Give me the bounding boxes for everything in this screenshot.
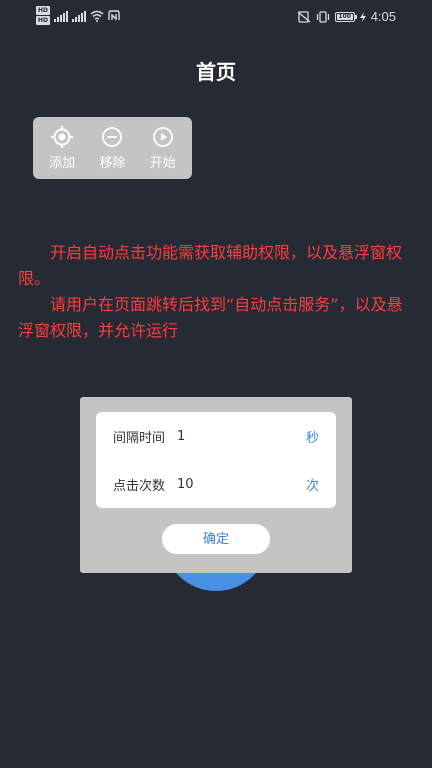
wifi-icon [90, 10, 104, 22]
page-title: 首页 [196, 60, 236, 84]
click-count-unit: 次 [305, 478, 319, 494]
settings-dialog: 间隔时间 秒 点击次数 次 确定 [80, 397, 352, 573]
start-label: 开始 [149, 156, 176, 171]
battery-level: 100 [338, 12, 351, 20]
settings-card: 间隔时间 秒 点击次数 次 [96, 412, 336, 508]
interval-label: 间隔时间 [113, 430, 166, 446]
hd-badges: HD HD [36, 6, 50, 25]
click-count-row: 点击次数 次 [96, 460, 336, 508]
remove-button[interactable]: 移除 [88, 125, 136, 171]
click-count-input[interactable] [177, 476, 287, 492]
crosshair-icon [51, 126, 74, 148]
hd-badge-bottom: HD [36, 16, 50, 25]
vibrate-icon [316, 10, 329, 23]
interval-row: 间隔时间 秒 [96, 412, 336, 460]
minus-circle-icon [102, 127, 123, 147]
hd-badge-top: HD [36, 6, 50, 15]
add-button[interactable]: 添加 [38, 125, 86, 171]
remove-label: 移除 [99, 156, 126, 171]
status-time: 4:05 [370, 9, 396, 24]
status-bar: HD HD 100 4:05 [0, 0, 432, 34]
floating-toolbar: 添加 移除 开始 [33, 117, 192, 179]
start-button[interactable]: 开始 [139, 125, 187, 171]
play-circle-icon [152, 127, 173, 147]
permission-message: 开启自动点击功能需获取辅助权限，以及悬浮窗权限。 请用户在页面跳转后找到“自动点… [18, 240, 410, 344]
charging-bolt-icon [359, 11, 366, 22]
signal-2-icon [72, 10, 86, 22]
confirm-button[interactable]: 确定 [162, 524, 270, 554]
add-label: 添加 [49, 156, 76, 171]
permission-message-line-1: 开启自动点击功能需获取辅助权限，以及悬浮窗权限。 [18, 243, 403, 288]
interval-unit: 秒 [305, 430, 319, 446]
permission-message-line-2: 请用户在页面跳转后找到“自动点击服务”，以及悬浮窗权限，并允许运行 [18, 295, 403, 340]
status-right-icons: 100 4:05 [297, 9, 396, 24]
interval-input[interactable] [177, 428, 287, 444]
battery-icon: 100 [334, 11, 357, 22]
nfc-icon [108, 10, 120, 21]
status-left-icons: HD HD [36, 6, 120, 25]
signal-1-icon [54, 10, 68, 22]
mute-icon [297, 10, 311, 23]
click-count-label: 点击次数 [113, 478, 166, 494]
